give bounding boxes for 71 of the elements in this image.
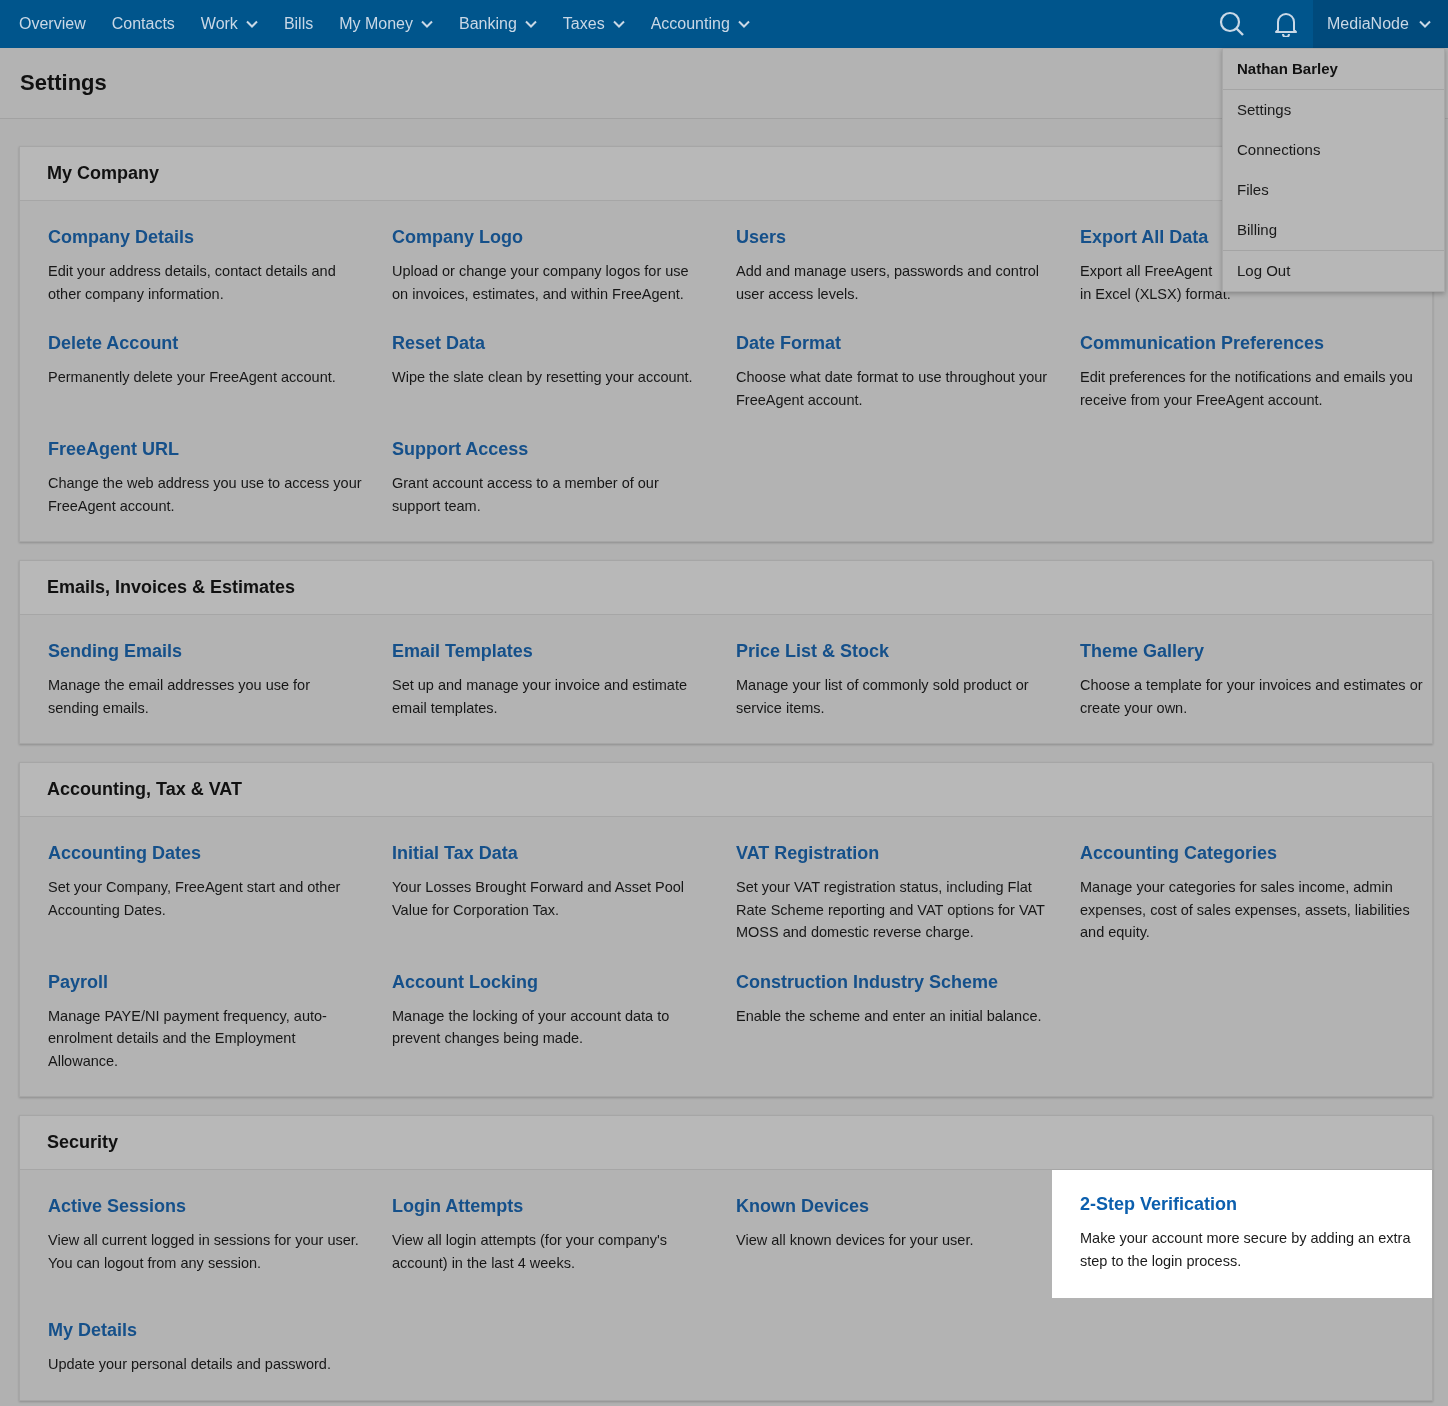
setting-link[interactable]: Active Sessions [48,1196,187,1217]
setting-link[interactable]: Communication Preferences [1080,333,1325,354]
setting-link[interactable]: Payroll [48,971,109,993]
setting-link[interactable]: Company Details [48,227,195,248]
setting-link[interactable]: Price List & Stock [736,641,890,662]
nav-link[interactable]: Work [187,0,271,48]
setting-link[interactable]: Date Format [736,333,842,354]
setting-description: Edit your address details, contact details and other company information. [48,262,337,304]
setting-link[interactable]: FreeAgent URL [48,439,179,460]
section-title: Emails, Invoices & Estimates [20,561,1432,615]
setting-link[interactable]: Sending Emails [48,641,183,662]
setting-link[interactable]: Login Attempts [392,1196,524,1217]
nav-link[interactable]: Overview [6,0,99,48]
nav-link[interactable]: Bills [270,0,327,48]
account-menu-button[interactable]: MediaNode [1313,0,1448,48]
setting-link[interactable]: Construction Industry Scheme [736,971,999,993]
setting-description: Wipe the slate clean by resetting your account. [392,368,693,387]
setting-description: Set your VAT registration status, including Flat Rate Scheme reporting and VAT options for VAT MOSS and domestic reverse charge. [736,878,1046,942]
setting-link[interactable]: Accounting Categories [1080,843,1278,864]
setting-description: Manage the email addresses you use for sending emails. [48,676,311,718]
setting-description: Grant account access to a member of our support team. [392,474,660,516]
setting-description: Upload or change your company logos for use on invoices, estimates, and within FreeAgent. [392,262,690,304]
setting-link[interactable]: Support Access [392,439,529,460]
setting-link[interactable]: Delete Account [48,333,179,354]
setting-description: Edit preferences for the notifications and emails you receive from your FreeAgent account. [1080,368,1414,410]
setting-description: Your Losses Brought Forward and Asset Pool Value for Corporation Tax. [392,878,686,920]
setting-link[interactable]: Known Devices [736,1196,870,1217]
page-title: Settings [20,70,107,96]
setting-link[interactable]: VAT Registration [736,843,880,864]
chevron-down-icon [1418,20,1431,28]
setting-description: Update your personal details and password. [48,1355,331,1374]
setting-link[interactable]: Reset Data [392,333,486,354]
setting-description: View all current logged in sessions for your user. You can logout from any session. [48,1231,360,1273]
section-title: Accounting, Tax & VAT [20,763,1432,817]
nav-link[interactable]: Taxes [549,0,638,48]
setting-description: Manage the locking of your account data to prevent changes being made. [392,1006,671,1048]
bell-icon[interactable] [1274,11,1298,37]
nav-link[interactable]: Banking [446,0,550,48]
menu-item[interactable]: Billing [1223,210,1444,250]
setting-description: View all known devices for your user. [736,1231,974,1250]
setting-description: Change the web address you use to access your FreeAgent account. [48,474,362,516]
setting-link[interactable]: Export All Data [1080,227,1209,248]
setting-description: Manage your categories for sales income, admin expenses, cost of sales expenses, assets, liabilities and equity. [1080,878,1411,942]
setting-link[interactable]: My Details [48,1320,138,1341]
setting-description: Choose what date format to use throughout your FreeAgent account. [736,368,1049,410]
setting-link[interactable]: 2-Step Verification [1080,1194,1238,1215]
setting-description: View all login attempts (for your company's account) in the last 4 weeks. [392,1231,668,1273]
setting-description: Set your Company, FreeAgent start and other Accounting Dates. [48,878,342,920]
section-title: Security [20,1116,1432,1170]
setting-description: Add and manage users, passwords and control user access levels. [736,262,1041,304]
nav-link[interactable]: My Money [326,0,446,48]
setting-link[interactable]: Account Locking [392,971,538,993]
menu-item[interactable]: Log Out [1223,251,1444,291]
setting-link[interactable]: Initial Tax Data [392,843,518,864]
nav-link[interactable]: Accounting [637,0,763,48]
setting-link[interactable]: Users [736,227,787,248]
search-icon[interactable] [1219,11,1245,37]
nav-link[interactable]: Contacts [98,0,188,48]
setting-link[interactable]: Theme Gallery [1080,641,1205,662]
setting-description: Choose a template for your invoices and estimates or create your own. [1080,676,1424,718]
setting-link[interactable]: Company Logo [392,227,523,248]
setting-link[interactable]: Accounting Dates [48,843,202,864]
setting-description: Make your account more secure by adding an extra step to the login process. [1080,1229,1412,1271]
setting-description: Permanently delete your FreeAgent account. [48,368,336,387]
setting-link[interactable]: Email Templates [392,641,533,662]
setting-description: Enable the scheme and enter an initial balance. [736,1006,1042,1026]
menu-item[interactable]: Settings [1223,90,1444,130]
setting-description: Set up and manage your invoice and estimate email templates. [392,676,689,718]
setting-description: Manage your list of commonly sold product or service items. [736,676,1030,718]
user-name: Nathan Barley [1223,49,1444,90]
setting-description: Manage PAYE/NI payment frequency, auto-enrolment details and the Employment Allowance. [48,1006,328,1071]
